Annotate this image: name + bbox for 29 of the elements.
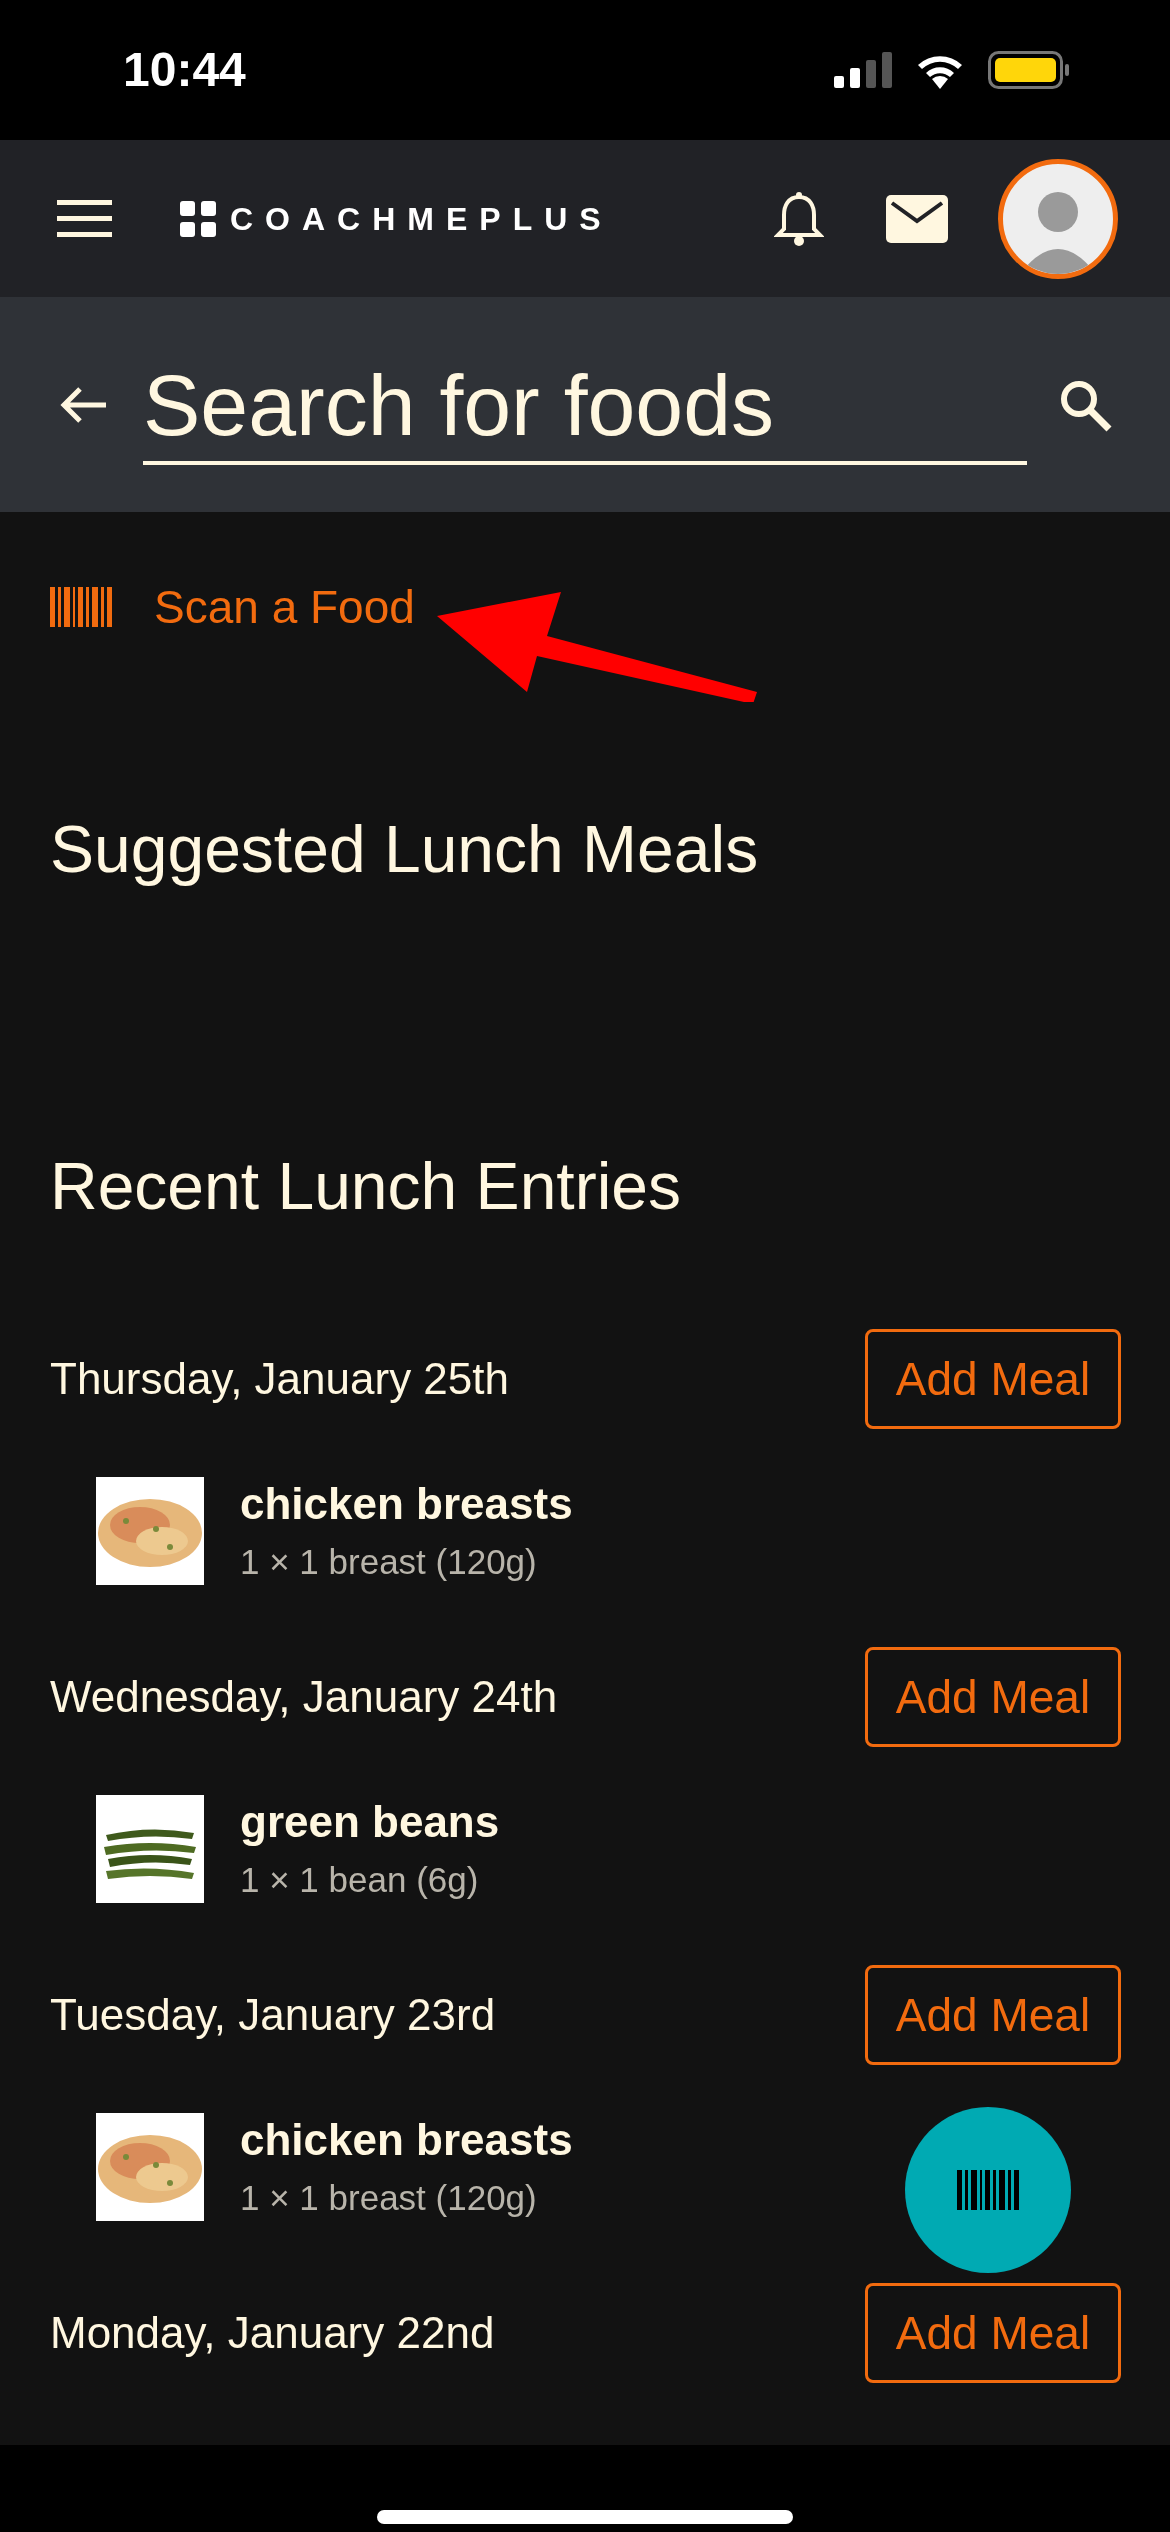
food-serving: 1 × 1 breast (120g) — [240, 1541, 538, 1583]
add-meal-button[interactable]: Add Meal — [865, 1329, 1121, 1429]
logo-icon — [180, 200, 216, 237]
back-arrow-icon[interactable] — [60, 384, 108, 425]
food-serving: 1 × 1 bean (6g) — [240, 1859, 480, 1901]
search-field[interactable]: Search for foods — [143, 344, 1027, 465]
food-name: chicken breasts — [240, 1479, 573, 1529]
menu-icon[interactable] — [57, 199, 112, 238]
day-heading: Tuesday, January 23rd — [50, 1989, 496, 2041]
mail-icon[interactable] — [886, 194, 948, 243]
day-heading: Monday, January 22nd — [50, 2307, 495, 2359]
food-serving: 1 × 1 breast (120g) — [240, 2177, 538, 2219]
add-meal-button[interactable]: Add Meal — [865, 1965, 1121, 2065]
section-title: Recent Lunch Entries — [50, 1148, 683, 1225]
signal-icon — [834, 52, 892, 88]
battery-icon — [988, 51, 1070, 89]
logo-text: COACHMEPLUS — [230, 199, 613, 239]
status-time: 10:44 — [123, 42, 246, 98]
add-meal-button[interactable]: Add Meal — [865, 1647, 1121, 1747]
barcode-icon — [50, 587, 112, 627]
food-name: green beans — [240, 1797, 500, 1847]
day-heading: Thursday, January 25th — [50, 1353, 509, 1405]
barcode-icon — [957, 2170, 1019, 2210]
bell-icon[interactable] — [774, 190, 824, 247]
section-title: Suggested Lunch Meals — [50, 811, 760, 888]
scan-food-link[interactable]: Scan a Food — [154, 572, 415, 642]
day-heading: Wednesday, January 24th — [50, 1671, 558, 1723]
food-name: chicken breasts — [240, 2115, 573, 2165]
add-meal-button[interactable]: Add Meal — [865, 2283, 1121, 2383]
